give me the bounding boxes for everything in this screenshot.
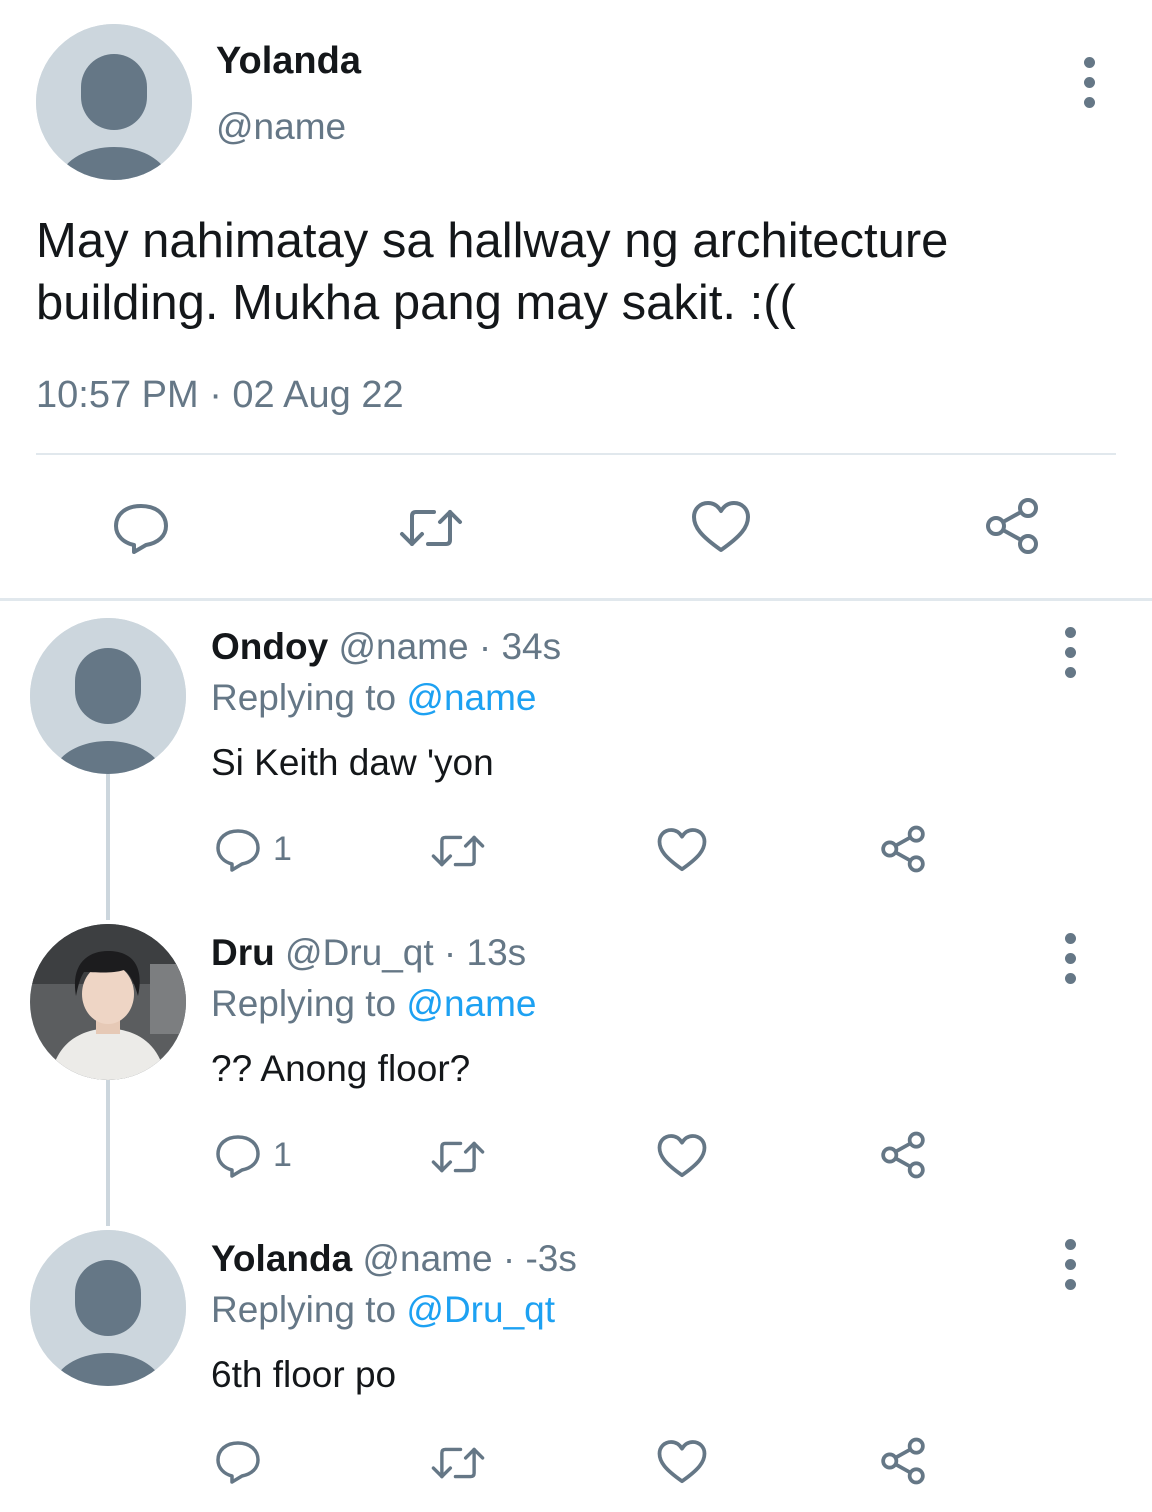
share-button[interactable] — [879, 1131, 927, 1179]
like-button[interactable] — [657, 1439, 707, 1485]
share-button[interactable] — [879, 1437, 927, 1485]
reply-text: 6th floor po — [211, 1354, 397, 1395]
retweet-icon — [431, 835, 485, 867]
replying-to: Replying to @name — [211, 983, 537, 1025]
like-icon — [657, 1134, 707, 1178]
reply-meta[interactable]: @name · 34s — [338, 626, 561, 667]
replying-to-link[interactable]: @Dru_qt — [406, 1289, 555, 1330]
reply-meta[interactable]: @Dru_qt · 13s — [285, 932, 526, 973]
reply-header: Yolanda @name · -3s — [211, 1238, 577, 1280]
retweet-icon — [400, 510, 462, 546]
thread-line — [106, 774, 110, 920]
like-button[interactable] — [691, 500, 751, 554]
share-button[interactable] — [879, 825, 927, 873]
more-options-icon[interactable] — [1083, 57, 1095, 108]
like-icon — [657, 828, 707, 872]
reply-header: Ondoy @name · 34s — [211, 626, 561, 668]
more-options-icon[interactable] — [1064, 1239, 1076, 1290]
share-icon — [881, 1131, 925, 1179]
tweet-timestamp[interactable]: 10:57 PM · 02 Aug 22 — [36, 374, 404, 417]
divider — [36, 453, 1116, 455]
replying-to-label: Replying to — [211, 1289, 397, 1330]
thread-line — [106, 1080, 110, 1226]
reply-icon — [216, 1441, 260, 1484]
reply-author-name[interactable]: Ondoy — [211, 626, 328, 667]
default-avatar-icon — [36, 24, 192, 180]
retweet-button[interactable] — [430, 1138, 486, 1176]
reply-header: Dru @Dru_qt · 13s — [211, 932, 526, 974]
reply-count: 1 — [273, 1136, 292, 1174]
replying-to: Replying to @name — [211, 677, 537, 719]
reply-text: ?? Anong floor? — [211, 1048, 471, 1089]
reply-icon — [216, 829, 260, 872]
retweet-icon — [431, 1447, 485, 1479]
reply-author-name[interactable]: Yolanda — [211, 1238, 352, 1279]
author-name[interactable]: Yolanda — [216, 40, 361, 83]
replying-to-link[interactable]: @name — [406, 677, 536, 718]
avatar[interactable] — [30, 1230, 186, 1386]
reply-button[interactable] — [112, 501, 170, 555]
photo-avatar-icon — [30, 924, 186, 1080]
replying-to: Replying to @Dru_qt — [211, 1289, 555, 1331]
reply-icon — [114, 504, 168, 554]
tweet-text-line: May nahimatay sa hallway ng architecture — [36, 214, 949, 268]
like-icon — [692, 501, 750, 552]
reply-text: Si Keith daw 'yon — [211, 742, 494, 783]
replying-to-label: Replying to — [211, 983, 397, 1024]
avatar[interactable] — [30, 618, 186, 774]
reply-meta[interactable]: @name · -3s — [362, 1238, 576, 1279]
like-icon — [657, 1440, 707, 1484]
avatar[interactable] — [36, 24, 192, 180]
tweet-text-line: building. Mukha pang may sakit. :(( — [36, 276, 796, 330]
share-icon — [881, 825, 925, 873]
reply-count: 1 — [273, 830, 292, 868]
default-avatar-icon — [30, 1230, 186, 1386]
reply-button[interactable] — [214, 827, 262, 873]
more-options-icon[interactable] — [1064, 627, 1076, 678]
retweet-icon — [431, 1141, 485, 1173]
tweet-text: May nahimatay sa hallway ng architecture… — [36, 210, 1126, 334]
reply-button[interactable] — [214, 1439, 262, 1485]
like-button[interactable] — [657, 1133, 707, 1179]
section-divider — [0, 598, 1152, 601]
like-button[interactable] — [657, 827, 707, 873]
share-icon — [881, 1437, 925, 1485]
reply-button[interactable] — [214, 1133, 262, 1179]
author-handle[interactable]: @name — [216, 106, 346, 148]
replying-to-label: Replying to — [211, 677, 397, 718]
share-icon — [986, 498, 1038, 554]
reply-author-name[interactable]: Dru — [211, 932, 275, 973]
more-options-icon[interactable] — [1064, 933, 1076, 984]
retweet-button[interactable] — [398, 506, 464, 550]
avatar[interactable] — [30, 924, 186, 1080]
default-avatar-icon — [30, 618, 186, 774]
reply-icon — [216, 1135, 260, 1178]
share-button[interactable] — [983, 497, 1041, 555]
retweet-button[interactable] — [430, 832, 486, 870]
retweet-button[interactable] — [430, 1444, 486, 1482]
replying-to-link[interactable]: @name — [406, 983, 536, 1024]
